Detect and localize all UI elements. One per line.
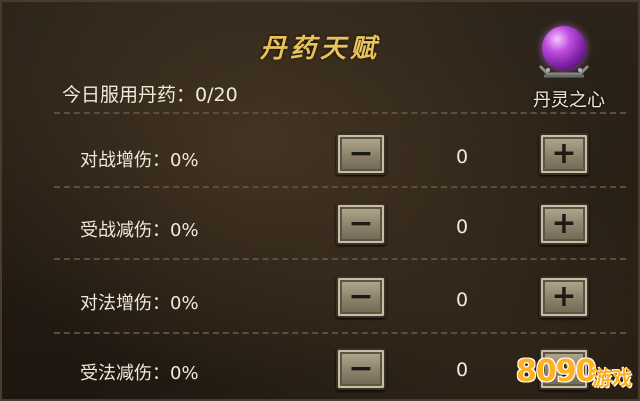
plus-button[interactable]: + — [539, 203, 589, 245]
row-label-magic-damage-reduction: 受法减伤：0% — [80, 363, 199, 384]
pill-spirit-heart-label: 丹灵之心 — [533, 90, 605, 111]
row-value: 0 — [455, 216, 469, 238]
row-value: 0 — [455, 146, 469, 168]
row-label-magic-damage-bonus: 对法增伤：0% — [80, 293, 199, 314]
pill-spirit-heart-button[interactable] — [530, 24, 600, 86]
minus-button[interactable]: − — [336, 133, 386, 175]
daily-pill-counter: 今日服用丹药：0/20 — [62, 84, 238, 106]
plus-button[interactable]: + — [539, 276, 589, 318]
divider — [54, 186, 626, 189]
minus-button[interactable]: − — [336, 276, 386, 318]
minus-button[interactable]: − — [336, 203, 386, 245]
divider — [54, 258, 626, 261]
divider — [54, 112, 626, 115]
site-watermark-logo: 8090 游戏 — [516, 348, 640, 400]
row-label-pvp-damage-bonus: 对战增伤：0% — [80, 150, 199, 171]
watermark-text: 游戏 — [592, 366, 632, 390]
pill-talent-panel: 丹药天赋 今日服用丹药：0/20 丹灵之心 对战增伤：0% − 0 + 受战减伤… — [0, 0, 640, 401]
row-value: 0 — [455, 359, 469, 381]
row-label-pvp-damage-reduction: 受战减伤：0% — [80, 220, 199, 241]
minus-button[interactable]: − — [336, 348, 386, 390]
watermark-number: 8090 — [516, 354, 596, 389]
orb-stand-icon — [538, 64, 590, 78]
plus-button[interactable]: + — [539, 133, 589, 175]
divider — [54, 332, 626, 335]
row-value: 0 — [455, 289, 469, 311]
